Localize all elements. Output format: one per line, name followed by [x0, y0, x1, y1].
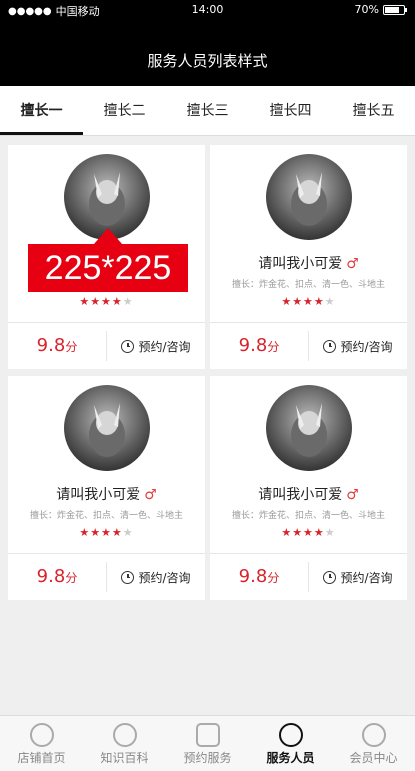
rating-stars: ★★★★★ [281, 526, 336, 539]
person-icon [278, 723, 303, 747]
score-value: 9.8 [238, 566, 268, 587]
tab-skill-3[interactable]: 擅长三 [166, 86, 249, 135]
nav-home[interactable]: 店铺首页 [0, 716, 83, 771]
score-value: 9.8 [238, 335, 268, 356]
status-bar: ●●●●● 中国移动 14:00 70% [0, 0, 415, 20]
battery-icon [383, 4, 407, 15]
staff-card[interactable]: 请叫我小可爱 ♂ 擅长：炸金花、扣点、清一色、斗地主 ★★★★★ 9.8分 预约/… [210, 145, 407, 369]
avatar [64, 385, 150, 471]
skill-tabs: 擅长一 擅长二 擅长三 擅长四 擅长五 [0, 86, 415, 136]
page-title: 服务人员列表样式 [0, 20, 415, 86]
member-diamond-icon [361, 723, 386, 747]
calendar-icon [195, 723, 220, 747]
score: 9.8分 [8, 323, 106, 369]
tab-skill-1[interactable]: 擅长一 [0, 86, 83, 135]
book-consult-label: 预约/咨询 [340, 339, 393, 354]
bottom-nav: 店铺首页 知识百科 预约服务 服务人员 会员中心 [0, 715, 415, 771]
score-unit: 分 [65, 340, 78, 354]
score-unit: 分 [267, 571, 280, 585]
nav-member[interactable]: 会员中心 [332, 716, 415, 771]
book-consult-button[interactable]: 预约/咨询 [309, 554, 407, 600]
book-consult-label: 预约/咨询 [138, 570, 191, 585]
battery-percent: 70% [354, 3, 379, 16]
book-consult-button[interactable]: 预约/咨询 [309, 323, 407, 369]
nav-home-label: 店铺首页 [17, 751, 66, 765]
score: 9.8分 [8, 554, 106, 600]
clock-icon [323, 339, 337, 353]
staff-name: 请叫我小可爱 ♂ [8, 484, 205, 504]
clock-icon [121, 570, 135, 584]
nav-booking-label: 预约服务 [183, 751, 232, 765]
book-consult-label: 预约/咨询 [138, 339, 191, 354]
staff-card[interactable]: 请叫我小可爱 ♂ 擅长：炸金花、扣点、清一色、斗地主 ★★★★★ 9.8分 预约/… [210, 376, 407, 600]
staff-name-text: 请叫我小可爱 [258, 487, 343, 503]
nav-booking[interactable]: 预约服务 [166, 716, 249, 771]
nav-staff-label: 服务人员 [266, 751, 315, 765]
avatar [266, 385, 352, 471]
nav-knowledge[interactable]: 知识百科 [83, 716, 166, 771]
staff-name: 请叫我小可爱 ♂ [210, 484, 407, 504]
staff-name-text: 请叫我小可爱 [258, 256, 343, 272]
staff-skills: 擅长：炸金花、扣点、清一色、斗地主 [231, 511, 385, 521]
tab-skill-5[interactable]: 擅长五 [332, 86, 415, 135]
tab-skill-4[interactable]: 擅长四 [249, 86, 332, 135]
score-value: 9.8 [36, 335, 66, 356]
male-icon: ♂ [144, 487, 157, 503]
clock-time: 14:00 [191, 3, 224, 16]
book-consult-button[interactable]: 预约/咨询 [107, 323, 205, 369]
nav-staff[interactable]: 服务人员 [249, 716, 332, 771]
clock-icon [121, 339, 135, 353]
score: 9.8分 [210, 554, 308, 600]
score-unit: 分 [65, 571, 78, 585]
rating-stars: ★★★★★ [79, 295, 134, 308]
home-icon [29, 723, 54, 747]
avatar [266, 154, 352, 240]
male-icon: ♂ [346, 256, 359, 272]
staff-card[interactable]: 请叫我小可爱 ♂ 擅长：炸金花、扣点、清一色、斗地主 ★★★★★ 9.8分 预约/… [8, 376, 205, 600]
rating-stars: ★★★★★ [281, 295, 336, 308]
staff-skills: 擅长：炸金花、扣点、清一色、斗地主 [29, 511, 183, 521]
nav-member-label: 会员中心 [349, 751, 398, 765]
male-icon: ♂ [346, 487, 359, 503]
book-consult-button[interactable]: 预约/咨询 [107, 554, 205, 600]
globe-icon [112, 723, 137, 747]
image-size-badge: 225*225 [28, 228, 188, 292]
staff-skills: 擅长：炸金花、扣点、清一色、斗地主 [231, 280, 385, 290]
score: 9.8分 [210, 323, 308, 369]
tab-skill-2[interactable]: 擅长二 [83, 86, 166, 135]
clock-icon [323, 570, 337, 584]
staff-name-text: 请叫我小可爱 [56, 487, 141, 503]
score-unit: 分 [267, 340, 280, 354]
score-value: 9.8 [36, 566, 66, 587]
staff-name: 请叫我小可爱 ♂ [210, 253, 407, 273]
book-consult-label: 预约/咨询 [340, 570, 393, 585]
rating-stars: ★★★★★ [79, 526, 134, 539]
nav-knowledge-label: 知识百科 [100, 751, 149, 765]
